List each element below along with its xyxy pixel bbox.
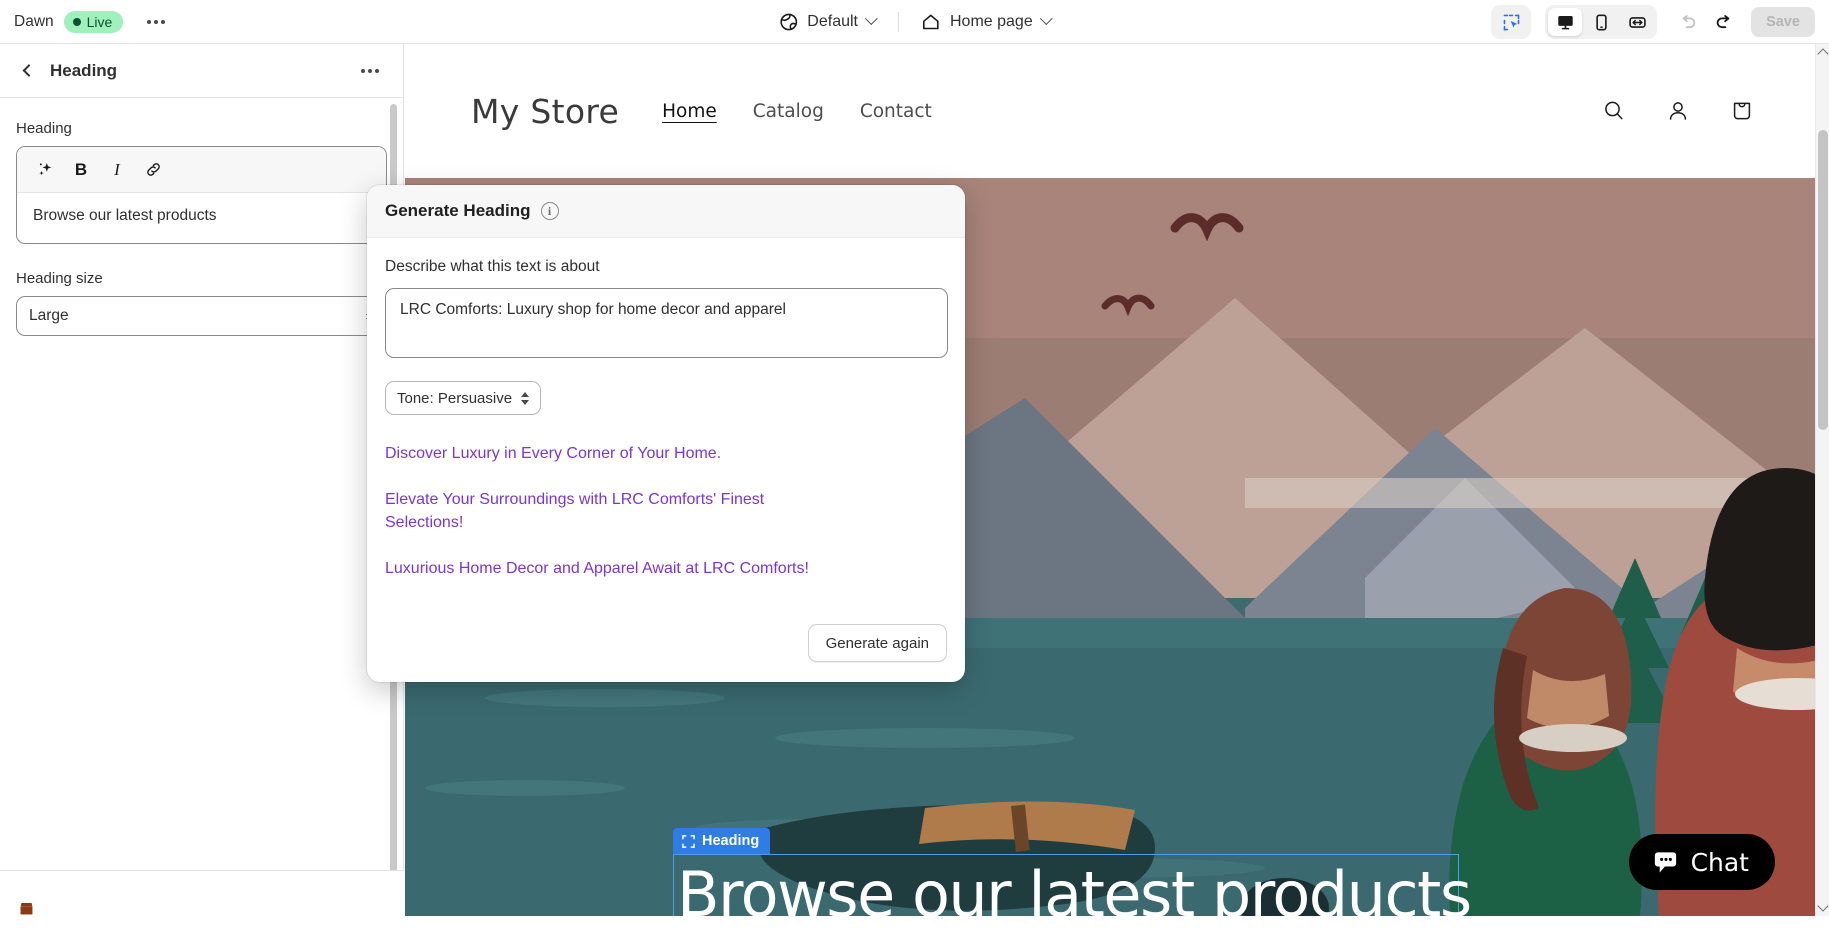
info-icon[interactable]: i [540,202,559,220]
sidebar-header: Heading [0,44,403,98]
desktop-icon [1557,15,1573,29]
device-desktop-button[interactable] [1548,8,1583,36]
ellipsis-icon [375,68,379,73]
status-badge: Live [63,10,124,33]
page-selector[interactable]: Home page [911,6,1061,38]
sidebar-footer-label [45,898,49,915]
storefront-header: My Store Home Catalog Contact [405,44,1815,178]
template-selector-label: Default [807,12,858,30]
chevron-left-icon [22,64,35,77]
generate-again-button[interactable]: Generate again [807,624,947,662]
redo-button[interactable] [1707,7,1741,37]
page-title: Heading [50,60,118,80]
topbar-divider [897,11,899,32]
heading-size-select[interactable]: Large [16,296,387,336]
section-selection-badge-label: Heading [702,833,760,849]
status-badge-label: Live [86,13,113,30]
link-icon [146,163,160,176]
more-actions-button[interactable] [139,7,173,37]
section-selection-badge[interactable]: Heading [673,828,771,854]
sidebar-more-actions-button[interactable] [353,56,387,86]
topbar-left-group: Dawn Live [0,7,173,37]
sparkle-icon [38,163,51,176]
rich-text-toolbar: B I [17,147,386,193]
chat-widget-label: Chat [1690,847,1749,877]
heading-size-value: Large [29,307,69,324]
preview-scrollbar[interactable] [1815,44,1829,916]
store-icon [20,902,33,915]
preview-scroll-thumb[interactable] [1818,130,1828,430]
undo-button[interactable] [1671,7,1705,37]
globe-icon [779,13,797,30]
undo-icon [1682,15,1696,29]
storefront-nav: Home Catalog Contact [662,101,932,122]
bold-button[interactable]: B [65,154,97,186]
template-selector[interactable]: Default [768,6,886,38]
topbar-right-group: Save [1491,0,1815,44]
nav-item-contact[interactable]: Contact [860,101,932,122]
select-cursor-icon [1503,14,1519,30]
scroll-down-arrow-icon[interactable] [1817,900,1829,912]
heading-size-label: Heading size [16,270,103,287]
rich-text-editor: B I Browse our latest products [16,146,387,244]
chevron-down-icon [1039,12,1053,26]
italic-button[interactable]: I [101,154,133,186]
nav-item-home[interactable]: Home [662,101,717,122]
scroll-up-arrow-icon[interactable] [1817,48,1829,60]
home-icon [923,14,939,29]
ellipsis-icon [161,19,166,24]
nav-item-catalog[interactable]: Catalog [753,101,824,122]
device-fullscreen-button[interactable] [1620,8,1654,36]
top-toolbar: Dawn Live Default Home page Save [0,0,1829,44]
fullscreen-icon [1628,16,1646,28]
suggestion-list: Discover Luxury in Every Corner of Your … [385,443,947,581]
heading-field-label: Heading [16,120,72,137]
store-logo[interactable]: My Store [471,92,619,131]
link-button[interactable] [137,154,169,186]
storefront-header-icons [1601,98,1755,124]
sidebar-footer [0,870,404,916]
account-icon[interactable] [1665,98,1691,124]
suggestion-item[interactable]: Luxurious Home Decor and Apparel Await a… [385,558,845,580]
suggestion-item[interactable]: Elevate Your Surroundings with LRC Comfo… [385,489,845,534]
tone-select-label: Tone: Persuasive [397,389,513,407]
cart-icon[interactable] [1729,98,1755,124]
heading-text-input[interactable]: Browse our latest products [17,193,386,243]
chat-bubble-icon [1654,851,1676,873]
back-button[interactable] [14,58,40,84]
live-dot-icon [72,17,81,26]
ai-generate-icon-button[interactable] [29,154,61,186]
redo-icon [1716,15,1730,29]
ellipsis-icon [361,68,365,73]
search-icon[interactable] [1601,98,1627,124]
describe-field-label: Describe what this text is about [385,258,600,275]
suggestion-item[interactable]: Discover Luxury in Every Corner of Your … [385,443,845,465]
page-selector-label: Home page [949,12,1033,30]
sidebar-body: Heading B I Browse our latest products H… [0,98,403,914]
hero-heading-text[interactable]: Browse our latest products [673,854,1472,917]
popover-header: Generate Heading i [367,185,965,238]
inspector-tool-button[interactable] [1494,8,1528,36]
device-mobile-button[interactable] [1584,8,1618,36]
save-button[interactable]: Save [1751,7,1815,37]
popover-footer: Generate again [367,624,965,682]
device-selector-group [1545,5,1658,39]
topbar-center-group: Default Home page [768,0,1060,44]
popover-body: Describe what this text is about Tone: P… [367,238,965,624]
settings-sidebar: Heading Heading B I Browse our latest pr… [0,44,404,916]
ellipsis-icon [154,19,159,24]
inspector-tool-group [1491,5,1532,39]
chevron-down-icon [865,12,878,26]
popover-title: Generate Heading [385,201,531,220]
describe-textarea[interactable] [385,288,948,358]
ellipsis-icon [368,68,372,73]
selection-frame-icon [682,834,695,848]
mobile-icon [1595,13,1607,31]
shopify-chat-widget[interactable]: Chat [1628,834,1775,890]
ellipsis-icon [147,19,152,24]
select-chevrons-icon [521,391,530,405]
tone-select[interactable]: Tone: Persuasive [385,381,542,415]
theme-name: Dawn [14,12,54,30]
generate-heading-popover: Generate Heading i Describe what this te… [367,185,965,682]
